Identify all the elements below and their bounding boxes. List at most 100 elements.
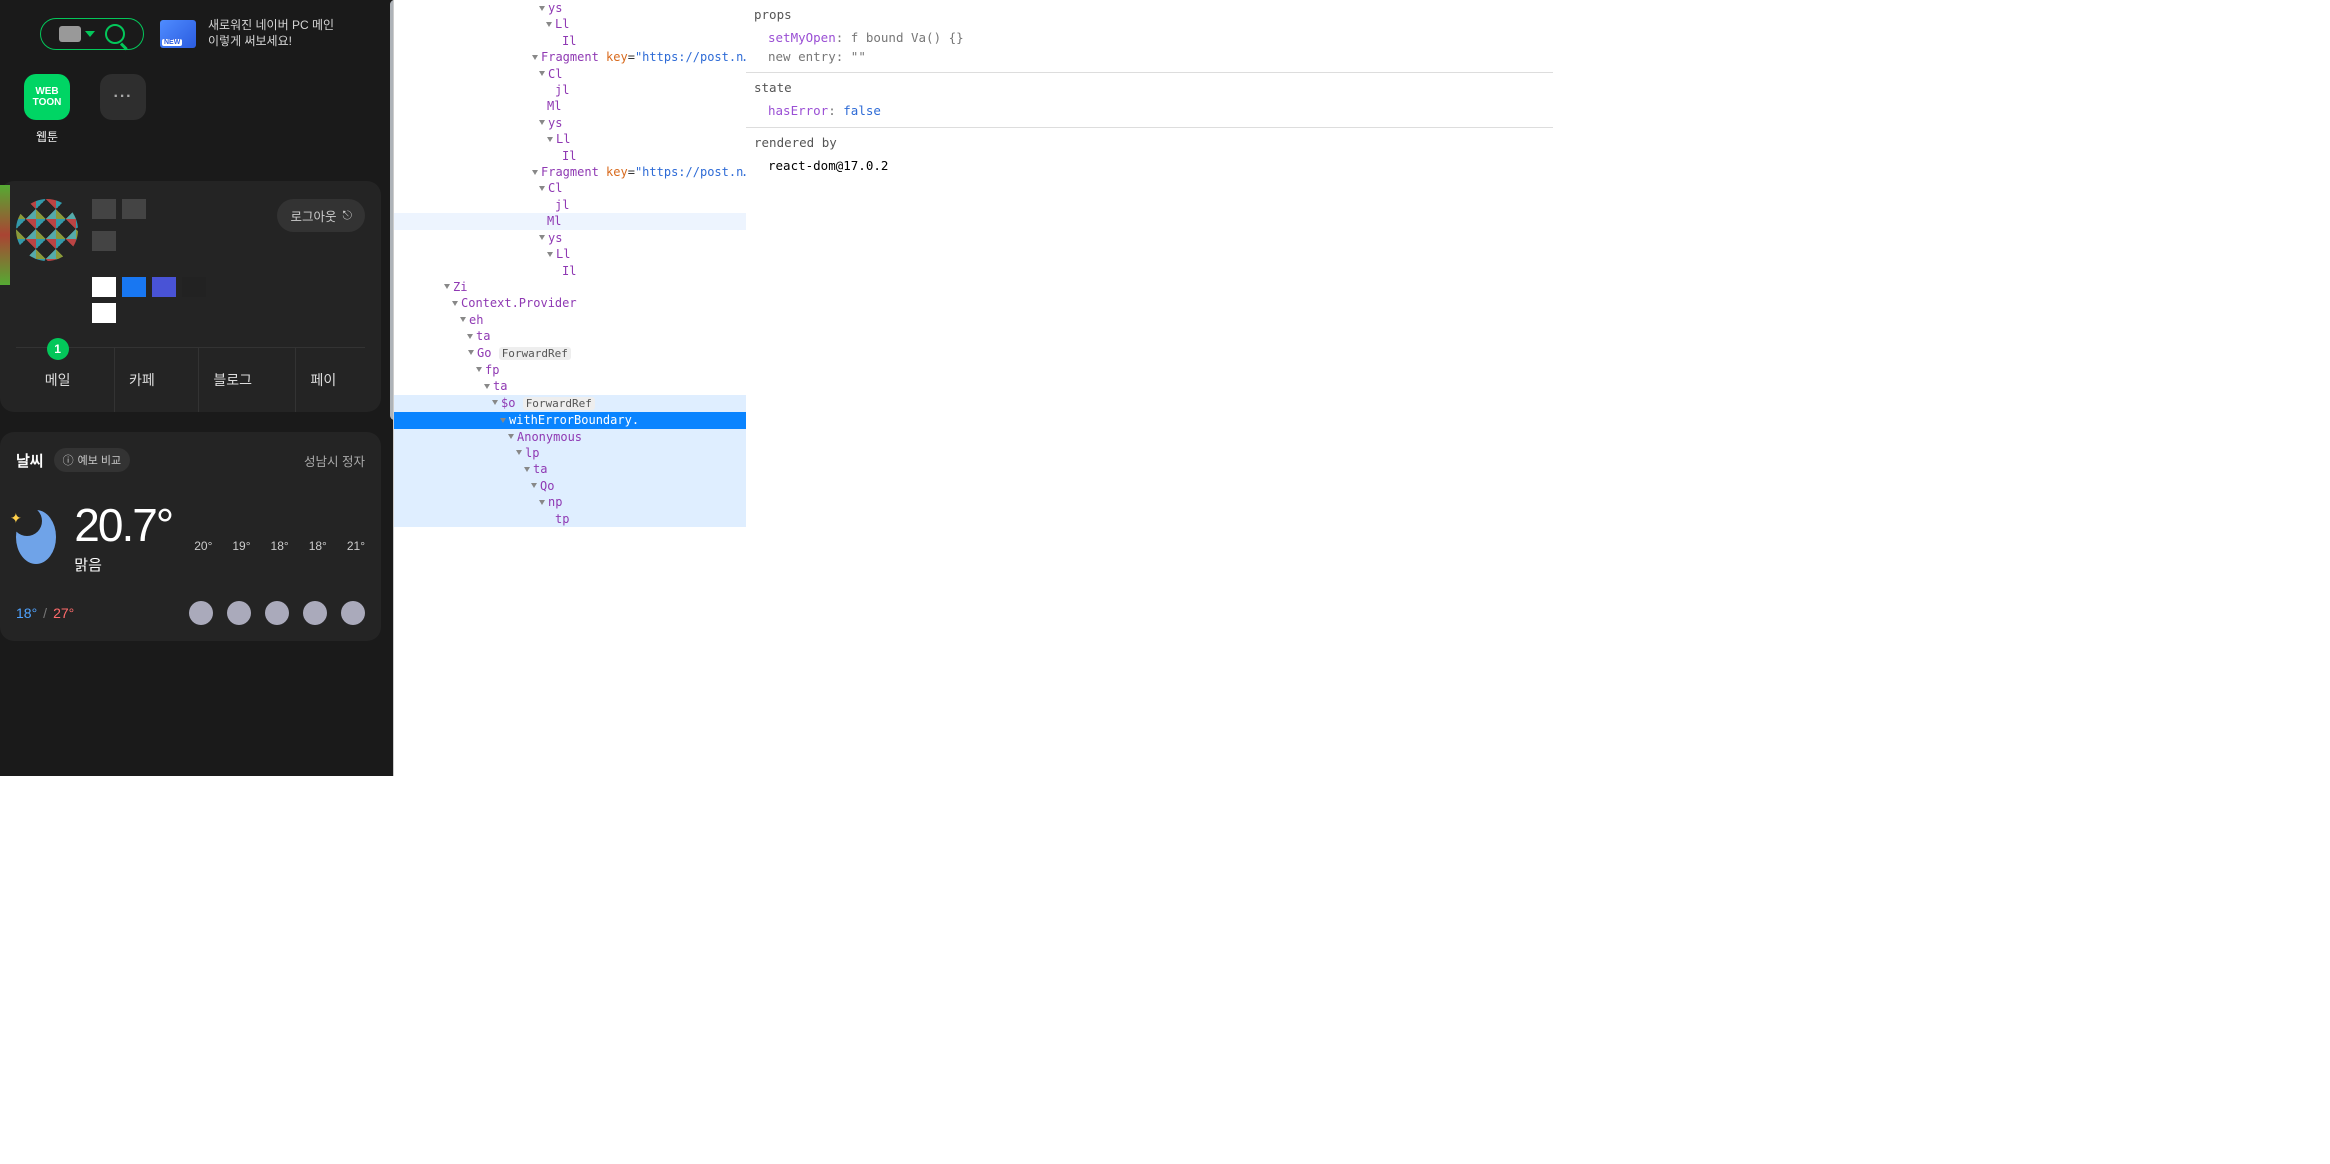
tree-row-Il[interactable]: Il [394,148,746,164]
chevron-down-icon [452,301,458,306]
logout-button[interactable]: 로그아웃 [277,199,365,232]
chevron-down-icon [468,350,474,355]
app-webtoon[interactable]: WEBTOON 웹툰 [24,74,70,145]
tree-row-jl[interactable]: jl [394,82,746,98]
tree-row-Go[interactable]: Go ForwardRef [394,345,746,362]
h2: 18° [271,539,289,553]
promo-line2: 이렇게 써보세요! [208,34,334,50]
tree-row-$o[interactable]: $o ForwardRef [394,395,746,412]
tree-row-Ll[interactable]: Ll [394,246,746,262]
prop-row[interactable]: setMyOpen: f bound Va() {} [754,29,1545,48]
rendered-by-value[interactable]: react-dom@17.0.2 [754,157,1545,176]
tree-row-fp[interactable]: fp [394,362,746,378]
app-more[interactable]: ··· [100,74,146,145]
tree-row-Anonymous[interactable]: Anonymous [394,429,746,445]
svc-blog[interactable]: 블로그 [198,348,266,412]
tree-row-ta[interactable]: ta [394,328,746,344]
user-blocks [92,199,222,251]
inspector-panel: props setMyOpen: f bound Va() {} new ent… [746,0,1553,776]
hourly-temps: 20° 19° 18° 18° 21° [194,517,365,557]
tree-row-eh[interactable]: eh [394,312,746,328]
tree-row-withErrorBoundary.[interactable]: withErrorBoundary. [394,412,746,428]
cloud-icon [227,601,251,625]
app-label: 웹툰 [24,128,70,145]
promo-line1: 새로워진 네이버 PC 메인 [208,18,334,34]
svc-label: 카페 [129,372,155,388]
chevron-down-icon [539,235,545,240]
svc-pay[interactable]: 페이 [295,348,350,412]
tree-row-Cl[interactable]: Cl [394,66,746,82]
promo-text: 새로워진 네이버 PC 메인 이렇게 써보세요! [208,18,334,49]
section-title: state [754,79,1545,98]
keyboard-select[interactable] [59,26,95,42]
svc-label: 페이 [310,372,336,388]
search-icon[interactable] [105,24,125,44]
chevron-down-icon [476,367,482,372]
state-key: hasError [768,103,828,118]
h1: 19° [232,539,250,553]
tree-row-Fragment[interactable]: Fragment key="https://post.n…" [394,49,746,65]
chevron-down-icon [539,500,545,505]
tree-row-jl[interactable]: jl [394,197,746,213]
tree-row-Il[interactable]: Il [394,263,746,279]
forecast-chip[interactable]: ⓘ 예보 비교 [54,448,131,472]
chevron-down-icon [444,284,450,289]
chevron-down-icon [516,450,522,455]
mail-badge: 1 [47,338,69,360]
info-icon: ⓘ [63,452,74,468]
chevron-down-icon [467,334,473,339]
component-tree[interactable]: ysLlIlFragment key="https://post.n…"Cljl… [393,0,746,776]
tree-row-ta[interactable]: ta [394,461,746,477]
prop-key: setMyOpen [768,30,836,45]
chevron-down-icon [508,434,514,439]
h4: 21° [347,539,365,553]
header-row: 새로워진 네이버 PC 메인 이렇게 써보세요! [0,0,393,50]
chevron-down-icon [547,137,553,142]
tree-row-Zi[interactable]: Zi [394,279,746,295]
props-section: props setMyOpen: f bound Va() {} new ent… [746,0,1553,72]
chevron-down-icon [460,317,466,322]
tree-row-tp[interactable]: tp [394,511,746,527]
tree-row-lp[interactable]: lp [394,445,746,461]
svc-cafe[interactable]: 카페 [114,348,169,412]
tree-row-np[interactable]: np [394,494,746,510]
cloud-icon [265,601,289,625]
logout-label: 로그아웃 [290,206,336,225]
tree-row-Cl[interactable]: Cl [394,180,746,196]
state-section: state hasError: false [746,72,1553,127]
tree-row-Ll[interactable]: Ll [394,131,746,147]
tree-row-Il[interactable]: Il [394,33,746,49]
tree-row-Qo[interactable]: Qo [394,478,746,494]
prop-row[interactable]: new entry: "" [754,48,1545,67]
cloud-icon [189,601,213,625]
svc-label: 메일 [45,372,71,388]
weather-location[interactable]: 성남시 정자 [304,451,365,470]
moon-icon [16,510,56,564]
user-card: 로그아웃 1 메일 카페 블로그 페이 [0,181,381,412]
service-row: 1 메일 카페 블로그 페이 [16,347,365,412]
search-pill[interactable] [40,18,144,50]
apps-row: WEBTOON 웹툰 ··· [0,50,393,145]
tree-row-Context.Provider[interactable]: Context.Provider [394,295,746,311]
chevron-down-icon [531,483,537,488]
keyboard-icon [59,26,81,42]
chevron-down-icon [492,400,498,405]
prop-value: "" [851,49,866,64]
tree-row-Fragment[interactable]: Fragment key="https://post.n…" [394,164,746,180]
promo[interactable]: 새로워진 네이버 PC 메인 이렇게 써보세요! [160,18,334,49]
state-row[interactable]: hasError: false [754,102,1545,121]
avatar[interactable] [16,199,78,261]
chevron-down-icon [546,22,552,27]
tree-row-ys[interactable]: ys [394,230,746,246]
high-temp: 27° [53,605,74,621]
tree-row-ta[interactable]: ta [394,378,746,394]
tree-row-Ml[interactable]: Ml [394,213,746,229]
weather-card: 날씨 ⓘ 예보 비교 성남시 정자 20.7° 맑음 20° 19° 18° 1… [0,432,381,641]
tree-row-ys[interactable]: ys [394,115,746,131]
svc-mail[interactable]: 1 메일 [31,348,85,412]
tree-row-ys[interactable]: ys [394,0,746,16]
h3: 18° [309,539,327,553]
chevron-down-icon [547,252,553,257]
tree-row-Ml[interactable]: Ml [394,98,746,114]
tree-row-Ll[interactable]: Ll [394,16,746,32]
